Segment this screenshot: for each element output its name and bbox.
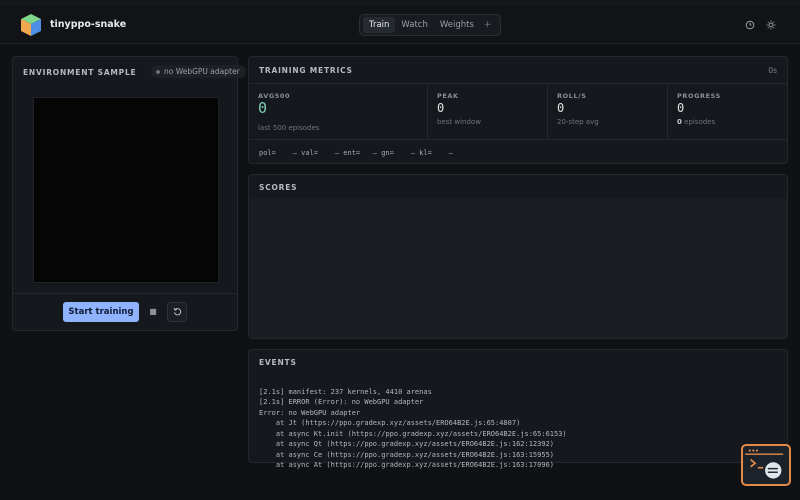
metric-subtitle: best window xyxy=(437,118,481,126)
environment-title: ENVIRONMENT SAMPLE xyxy=(23,68,137,77)
clock-icon[interactable] xyxy=(745,20,755,30)
metric-subtitle: 0 episodes xyxy=(677,118,715,126)
terminal-search-button[interactable] xyxy=(741,444,791,486)
environment-panel: ENVIRONMENT SAMPLE no WebGPU adapter xyxy=(12,56,246,331)
tab-watch[interactable]: Watch xyxy=(395,17,433,33)
status-badge-text: no WebGPU adapter xyxy=(164,67,240,76)
metric-card-peak: PEAK 0 best window xyxy=(428,84,548,139)
reset-button[interactable] xyxy=(167,302,187,322)
metric-value: 0 xyxy=(437,101,445,115)
log-line: at async Kt.init (https://ppo.gradexp.xy… xyxy=(259,429,567,438)
add-tab-button[interactable]: + xyxy=(480,17,496,33)
metric-value: 0 xyxy=(258,99,268,117)
stop-icon[interactable]: ■ xyxy=(148,307,158,317)
metric-card-roll: ROLL/S 0 20-step avg xyxy=(548,84,668,139)
events-panel: EVENTS [2.1s] manifest: 237 kernels, 441… xyxy=(248,349,788,469)
log-line: [2.1s] ERROR (Error): no WebGPU adapter xyxy=(259,398,424,406)
scores-panel: SCORES xyxy=(248,174,788,339)
status-dot-icon xyxy=(156,69,160,74)
metrics-title: TRAINING METRICS xyxy=(259,66,353,75)
log-line: at Jt (https://ppo.gradexp.xyz/assets/ER… xyxy=(259,419,521,427)
app-title: tinyppo-snake xyxy=(50,19,127,30)
scores-chart-area xyxy=(250,199,787,338)
metric-subtitle: 20-step avg xyxy=(557,118,599,126)
metric-label: PROGRESS xyxy=(677,92,721,100)
environment-canvas xyxy=(33,97,219,283)
episode-label: episodes xyxy=(684,118,716,126)
app-header: tinyppo-snake Train Watch Weights + xyxy=(0,6,800,44)
tab-bar: Train Watch Weights + xyxy=(359,14,501,36)
metric-card-progress: PROGRESS 0 0 episodes xyxy=(668,84,788,139)
episode-count: 0 xyxy=(677,118,682,126)
cube-logo-icon xyxy=(21,14,41,36)
metrics-panel: TRAINING METRICS 0s AVG500 0 last 500 ep… xyxy=(248,56,788,164)
tab-train[interactable]: Train xyxy=(363,17,396,33)
metric-value: 0 xyxy=(677,101,685,115)
metric-value: 0 xyxy=(557,101,565,115)
metric-label: PEAK xyxy=(437,92,459,100)
metric-label: ROLL/S xyxy=(557,92,587,100)
log-line: [2.1s] manifest: 237 kernels, 4410 arena… xyxy=(259,387,432,396)
elapsed-time: 0s xyxy=(768,66,777,75)
events-title: EVENTS xyxy=(259,358,297,367)
log-line: at async At (https://ppo.gradexp.xyz/ass… xyxy=(259,461,555,469)
reset-icon xyxy=(173,307,181,316)
start-training-button[interactable]: Start training xyxy=(63,302,139,322)
metric-cards: AVG500 0 last 500 episodes PEAK 0 best w… xyxy=(249,83,788,140)
log-line: at async Qt (https://ppo.gradexp.xyz/ass… xyxy=(259,440,555,448)
tab-weights[interactable]: Weights xyxy=(434,17,480,33)
log-line: Error: no WebGPU adapter xyxy=(259,408,361,417)
terminal-search-icon xyxy=(745,449,786,485)
loss-stats: pol= – val= – ent= – gn= – kl= – xyxy=(259,149,453,157)
status-badge: no WebGPU adapter xyxy=(151,65,246,78)
metric-subtitle: last 500 episodes xyxy=(258,124,320,132)
event-log[interactable]: [2.1s] manifest: 237 kernels, 4410 arena… xyxy=(259,376,567,492)
scores-title: SCORES xyxy=(259,183,298,192)
sun-icon[interactable] xyxy=(766,20,776,30)
log-line: at async Ce (https://ppo.gradexp.xyz/ass… xyxy=(259,450,555,459)
metric-card-avg500: AVG500 0 last 500 episodes xyxy=(249,84,428,139)
divider xyxy=(13,293,237,294)
